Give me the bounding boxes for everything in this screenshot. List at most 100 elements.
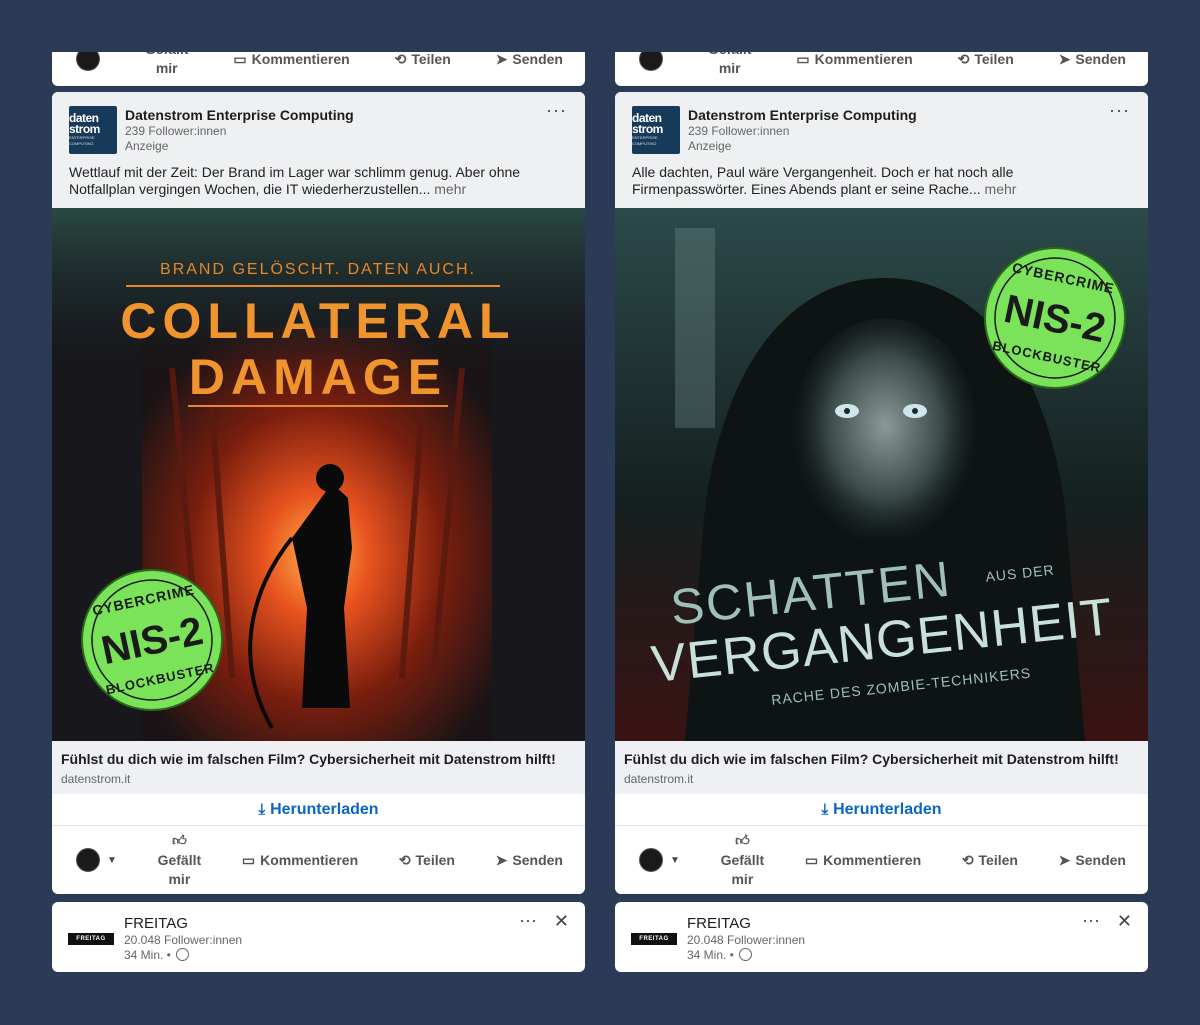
send-label: Senden <box>512 852 563 868</box>
avatar <box>639 52 663 71</box>
post-image[interactable]: CYBERCRIME NIS-2 BLOCKBUSTER SCHATTEN AU… <box>615 208 1148 741</box>
sponsored-label: Anzeige <box>688 139 732 153</box>
repost-icon: ⟲ <box>394 52 407 67</box>
share-label: Teilen <box>411 52 451 67</box>
like-label: Gefällt <box>145 52 189 59</box>
freitag-name[interactable]: FREITAG <box>687 915 805 933</box>
company-name[interactable]: Datenstrom Enterprise Computing <box>125 106 354 124</box>
poster-schatten: CYBERCRIME NIS-2 BLOCKBUSTER SCHATTEN AU… <box>615 208 1148 741</box>
like-label: Gefällt <box>157 852 202 868</box>
like-label: Gefällt <box>708 52 752 59</box>
reaction-selector[interactable]: ▼ <box>76 848 117 872</box>
send-label: Senden <box>1075 852 1126 868</box>
reaction-selector[interactable] <box>76 52 100 71</box>
freitag-name[interactable]: FREITAG <box>124 915 242 933</box>
link-preview[interactable]: Fühlst du dich wie im falschen Film? Cyb… <box>615 741 1148 794</box>
comment-label: Kommentieren <box>823 852 922 868</box>
previous-action-bar: Gefälltmir ▭ Kommentieren ⟲ Teilen ➤ Senden <box>615 52 1148 84</box>
comment-button[interactable]: ▭ Kommentieren <box>805 852 921 869</box>
post-time: 34 Min. • <box>124 948 171 962</box>
share-button[interactable]: ⟲ Teilen <box>958 52 1014 68</box>
link-title: Fühlst du dich wie im falschen Film? Cyb… <box>624 751 1119 767</box>
comment-button[interactable]: ▭ Kommentieren <box>796 52 912 68</box>
logo-subtext: ENTERPRISE COMPUTING <box>69 135 95 146</box>
logo-text: daten strom <box>632 111 663 136</box>
poster-title-2: DAMAGE <box>189 349 447 405</box>
more-dots-icon[interactable]: ··· <box>546 100 567 121</box>
post-image[interactable]: BRAND GELÖSCHT. DATEN AUCH. COLLATERAL D… <box>52 208 585 741</box>
thumbs-up-icon: 👍︎ <box>172 832 187 848</box>
send-icon: ➤ <box>495 52 508 67</box>
send-button[interactable]: ➤ Senden <box>1059 52 1126 68</box>
freitag-time: 34 Min. • <box>124 948 242 963</box>
repost-icon: ⟲ <box>961 851 974 868</box>
send-icon: ➤ <box>1058 52 1071 67</box>
send-button[interactable]: ➤ Senden <box>496 852 563 869</box>
globe-icon <box>176 948 190 961</box>
follower-count: 239 Follower:innen <box>688 124 790 138</box>
repost-icon: ⟲ <box>957 52 970 67</box>
freitag-followers: 20.048 Follower:innen <box>687 933 806 947</box>
post-header: daten strom ENTERPRISE COMPUTING Datenst… <box>615 92 1148 208</box>
thumbs-up-icon: 👍︎ <box>735 832 750 848</box>
share-label: Teilen <box>978 852 1018 868</box>
freitag-followers: 20.048 Follower:innen <box>124 933 243 947</box>
download-icon: ⤓ <box>258 801 266 818</box>
share-label: Teilen <box>415 852 455 868</box>
previous-post-actions: Gefälltmir ▭ Kommentieren ⟲ Teilen ➤ Senden <box>615 52 1148 86</box>
sponsored-post: daten strom ENTERPRISE COMPUTING Datenst… <box>52 92 585 894</box>
send-button[interactable]: ➤ Senden <box>496 52 563 68</box>
follower-count: 239 Follower:innen <box>125 124 227 138</box>
send-icon: ➤ <box>1058 851 1071 868</box>
send-label: Senden <box>1075 52 1126 67</box>
more-dots-icon[interactable]: ··· <box>519 910 537 931</box>
share-button[interactable]: ⟲ Teilen <box>399 852 455 869</box>
comment-label: Kommentieren <box>251 52 350 67</box>
globe-icon <box>739 948 753 961</box>
more-dots-icon[interactable]: ··· <box>1082 910 1100 931</box>
freitag-logo[interactable]: FREITAG <box>631 933 677 945</box>
feed-column-left: Gefälltmir ▭Kommentieren ⟲Teilen ➤Senden… <box>52 52 585 972</box>
close-icon[interactable]: ✕ <box>1117 911 1132 932</box>
company-name[interactable]: Datenstrom Enterprise Computing <box>688 106 917 124</box>
reaction-selector[interactable]: ▼ <box>639 848 680 872</box>
share-button[interactable]: ⟲ Teilen <box>395 52 451 68</box>
download-button[interactable]: ⤓ Herunterladen <box>52 794 585 826</box>
send-button[interactable]: ➤ Senden <box>1059 852 1126 869</box>
see-more-link[interactable]: mehr <box>434 181 466 197</box>
more-dots-icon[interactable]: ··· <box>1109 100 1130 121</box>
reaction-selector[interactable] <box>639 52 663 71</box>
freitag-time: 34 Min. • <box>687 948 805 963</box>
like-button[interactable]: 👍︎ Gefällt mir <box>158 831 202 889</box>
close-icon[interactable]: ✕ <box>554 911 569 932</box>
like-button[interactable]: 👍︎ Gefällt mir <box>721 831 765 889</box>
download-button[interactable]: ⤓ Herunterladen <box>615 794 1148 826</box>
share-button[interactable]: ⟲ Teilen <box>962 852 1018 869</box>
comment-button[interactable]: ▭ Kommentieren <box>242 852 358 869</box>
freitag-logo[interactable]: FREITAG <box>68 933 114 945</box>
post-header: daten strom ENTERPRISE COMPUTING Datenst… <box>52 92 585 208</box>
link-preview[interactable]: Fühlst du dich wie im falschen Film? Cyb… <box>52 741 585 794</box>
download-icon: ⤓ <box>821 801 829 818</box>
sponsored-label: Anzeige <box>125 139 169 153</box>
company-logo[interactable]: daten strom ENTERPRISE COMPUTING <box>69 106 117 154</box>
like-label-2: mir <box>155 60 178 76</box>
avatar <box>76 848 100 872</box>
avatar <box>639 848 663 872</box>
next-post: FREITAG FREITAG 20.048 Follower:innen 34… <box>52 902 585 972</box>
see-more-link[interactable]: mehr <box>985 181 1017 197</box>
post-text: Wettlauf mit der Zeit: Der Brand im Lage… <box>69 164 569 198</box>
chevron-down-icon: ▼ <box>670 854 680 866</box>
logo-text: daten strom <box>69 111 100 136</box>
comment-label: Kommentieren <box>260 852 359 868</box>
send-label: Senden <box>512 52 563 67</box>
download-label: Herunterladen <box>833 800 942 818</box>
comment-icon: ▭ <box>241 851 256 868</box>
company-logo[interactable]: daten strom ENTERPRISE COMPUTING <box>632 106 680 154</box>
like-button[interactable]: Gefälltmir <box>708 52 752 78</box>
like-button[interactable]: Gefälltmir <box>145 52 189 78</box>
comment-button[interactable]: ▭ Kommentieren <box>233 52 349 68</box>
link-domain: datenstrom.it <box>61 772 131 786</box>
like-label-2: mir <box>731 871 754 887</box>
chevron-down-icon: ▼ <box>107 854 117 866</box>
